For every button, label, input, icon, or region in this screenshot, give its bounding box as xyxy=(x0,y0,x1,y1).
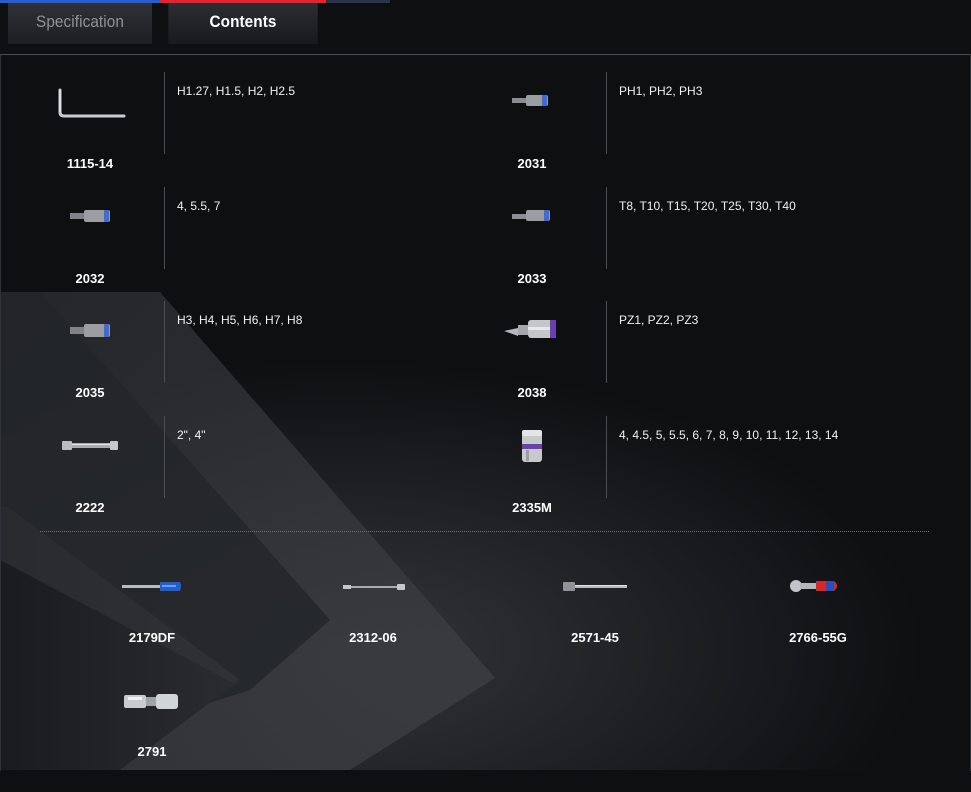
column-divider xyxy=(606,187,607,269)
tool-item: 2312-06 xyxy=(283,578,463,678)
bit-socket-icon xyxy=(442,72,622,152)
column-divider xyxy=(606,416,607,498)
item-sizes: 4, 4.5, 5, 5.5, 6, 7, 8, 9, 10, 11, 12, … xyxy=(619,428,839,442)
column-divider xyxy=(164,301,165,383)
item-code: 2335M xyxy=(512,500,552,515)
item-sizes: PH1, PH2, PH3 xyxy=(619,84,703,98)
section-divider xyxy=(40,531,929,532)
item-sizes: T8, T10, T15, T20, T25, T30, T40 xyxy=(619,199,796,213)
item-sizes: 4, 5.5, 7 xyxy=(177,199,221,213)
tab-accent-bar xyxy=(0,0,390,3)
screwdriver-handle-icon xyxy=(62,578,242,598)
universal-joint-icon xyxy=(62,692,242,712)
item-sizes: H1.27, H1.5, H2, H2.5 xyxy=(177,84,296,98)
bit-socket-icon xyxy=(0,187,180,267)
tool-code: 2791 xyxy=(137,744,167,759)
item-code: 2033 xyxy=(517,271,547,286)
column-divider xyxy=(164,187,165,269)
extension-bar-icon xyxy=(0,416,180,496)
ratchet-handle-icon xyxy=(728,578,908,598)
column-divider xyxy=(164,416,165,498)
tool-item: 2791 xyxy=(62,692,242,792)
item-sizes: H3, H4, H5, H6, H7, H8 xyxy=(177,313,303,327)
tab-specification[interactable]: Specification xyxy=(8,0,152,44)
tool-item: 2766-55G xyxy=(728,578,908,678)
flexible-extension-icon xyxy=(283,578,463,598)
item-sizes: 2", 4" xyxy=(177,428,206,442)
pozidriv-socket-icon xyxy=(442,301,622,381)
item-sizes: PZ1, PZ2, PZ3 xyxy=(619,313,699,327)
bit-socket-icon xyxy=(0,301,180,381)
tool-code: 2766-55G xyxy=(789,630,847,645)
socket-icon xyxy=(442,416,622,496)
item-code: 1115-14 xyxy=(66,156,114,171)
column-divider xyxy=(164,72,165,154)
item-code: 2222 xyxy=(75,500,105,515)
tab-bar: Specification Contents xyxy=(0,0,326,44)
tab-contents[interactable]: Contents xyxy=(168,0,318,44)
tool-code: 2571-45 xyxy=(571,630,619,645)
item-code: 2038 xyxy=(517,385,547,400)
hex-key-icon xyxy=(0,72,180,152)
item-code: 2031 xyxy=(517,156,547,171)
column-divider xyxy=(606,72,607,154)
sliding-t-bar-icon xyxy=(505,578,685,598)
item-code: 2032 xyxy=(75,271,105,286)
tool-code: 2179DF xyxy=(128,630,176,645)
tool-item: 2179DF xyxy=(62,578,242,678)
item-code: 2035 xyxy=(75,385,105,400)
column-divider xyxy=(606,301,607,383)
bit-socket-icon xyxy=(442,187,622,267)
tool-item: 2571-45 xyxy=(505,578,685,678)
tool-code: 2312-06 xyxy=(349,630,397,645)
